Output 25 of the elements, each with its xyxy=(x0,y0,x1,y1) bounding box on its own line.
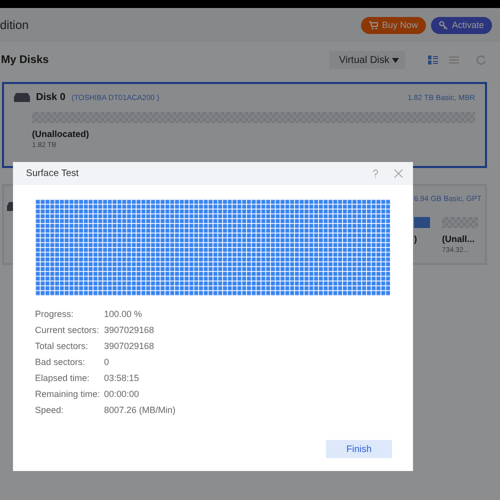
dialog-title: Surface Test xyxy=(26,168,80,179)
app-title: dition xyxy=(0,18,30,32)
stat-label: Remaining time: xyxy=(35,388,102,401)
stat-value: 03:58:15 xyxy=(104,372,140,385)
stat-label: Bad sectors: xyxy=(35,356,86,369)
finish-button[interactable]: Finish xyxy=(326,440,392,458)
stat-value: 100.00 % xyxy=(104,308,144,321)
panel-title: My Disks xyxy=(1,54,50,66)
partition-label: ) xyxy=(414,234,418,244)
stat-label: Current sectors: xyxy=(35,324,100,337)
stat-label: Elapsed time: xyxy=(35,372,91,385)
partition-label: (Unallocated) xyxy=(32,129,90,139)
stat-label: Total sectors: xyxy=(35,340,90,353)
stat-value: 3907029168 xyxy=(104,324,156,337)
view-dropdown[interactable]: Virtual Disk xyxy=(329,51,405,69)
stat-value: 8007.26 (MB/Min) xyxy=(104,404,176,417)
disk-name: Disk 0 xyxy=(36,92,66,103)
buy-now-button[interactable]: Buy Now xyxy=(360,16,426,34)
stat-value: 0 xyxy=(104,356,110,369)
partition-label: (Unall... xyxy=(442,234,476,244)
activate-button[interactable]: Activate xyxy=(430,16,492,34)
stat-value: 3907029168 xyxy=(104,340,156,353)
stat-value: 00:00:00 xyxy=(104,388,140,401)
stat-label: Speed: xyxy=(35,404,65,417)
stat-label: Progress: xyxy=(35,308,75,321)
